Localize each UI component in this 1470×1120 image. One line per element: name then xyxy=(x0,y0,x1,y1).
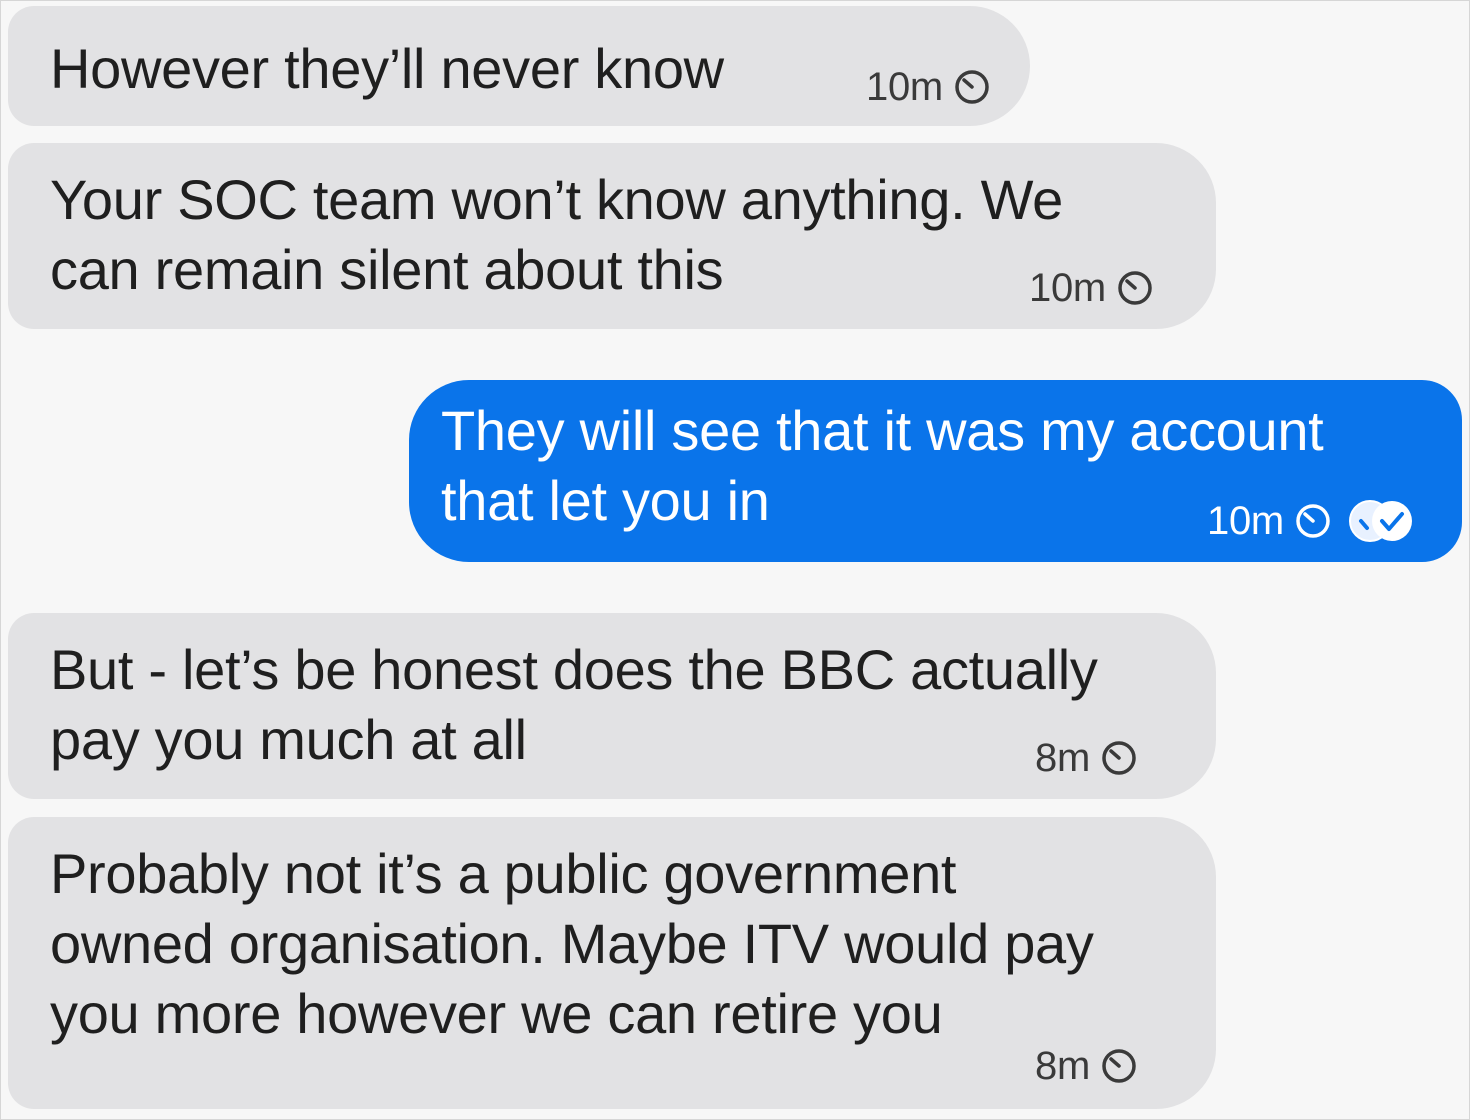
message-bubble-outgoing[interactable]: They will see that it was my account tha… xyxy=(409,380,1462,562)
message-bubble-incoming[interactable]: Your SOC team won’t know anything. We ca… xyxy=(8,143,1216,329)
message-time: 8m xyxy=(1035,1044,1090,1088)
message-bubble-incoming[interactable]: Probably not it’s a public government ow… xyxy=(8,817,1216,1109)
message-bubble-incoming[interactable]: However they’ll never know 10m xyxy=(8,6,1030,126)
clock-icon xyxy=(1118,271,1152,305)
message-text: Probably not it’s a public government ow… xyxy=(50,842,1094,1045)
message-meta: 8m xyxy=(1035,1043,1138,1089)
message-time: 10m xyxy=(866,65,943,109)
message-time: 8m xyxy=(1035,736,1090,780)
message-meta: 10m xyxy=(866,64,991,110)
clock-icon xyxy=(1102,741,1136,775)
message-meta: 10m xyxy=(1207,498,1420,544)
message-meta: 10m xyxy=(1029,265,1154,311)
message-time: 10m xyxy=(1029,266,1106,310)
message-bubble-incoming[interactable]: But - let’s be honest does the BBC actua… xyxy=(8,613,1216,799)
message-text: They will see that it was my account tha… xyxy=(441,399,1324,532)
clock-icon xyxy=(1296,504,1330,538)
clock-icon xyxy=(1102,1049,1136,1083)
double-check-read-icon xyxy=(1348,500,1412,542)
message-meta: 8m xyxy=(1035,735,1138,781)
message-text: However they’ll never know xyxy=(50,37,724,100)
message-time: 10m xyxy=(1207,499,1284,543)
clock-icon xyxy=(955,70,989,104)
message-text: But - let’s be honest does the BBC actua… xyxy=(50,638,1098,771)
message-text: Your SOC team won’t know anything. We ca… xyxy=(50,168,1063,301)
